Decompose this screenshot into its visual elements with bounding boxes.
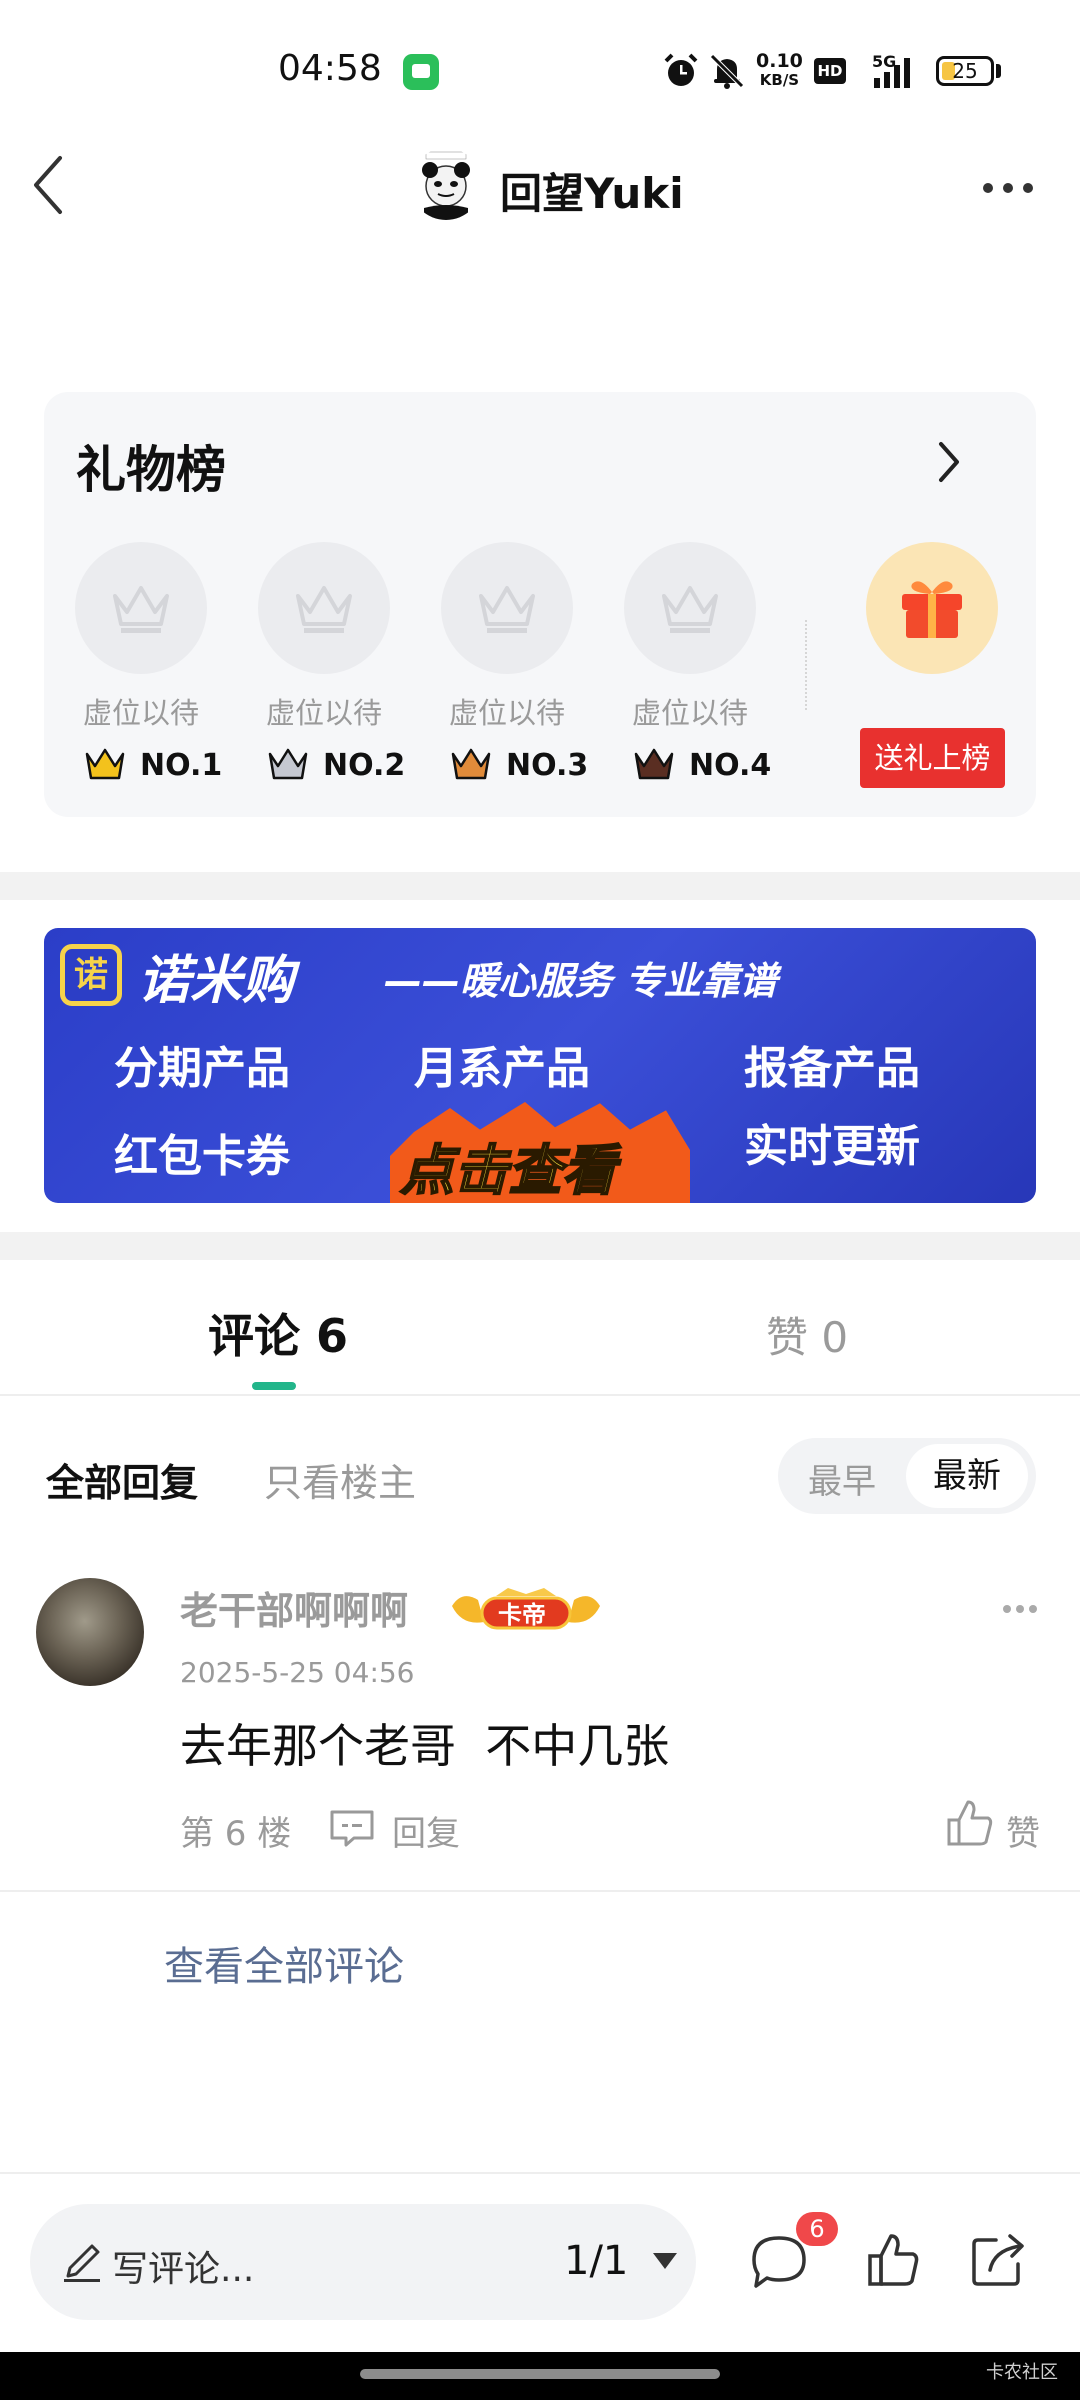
gift-slot-label: 虚位以待	[631, 696, 748, 730]
banner-item: 分期产品	[114, 1043, 290, 1094]
comment-placeholder: 写评论...	[112, 2249, 255, 2290]
banner-item: 月系产品	[414, 1043, 590, 1094]
commenter-avatar[interactable]	[36, 1578, 144, 1686]
watermark: 卡农社区	[986, 2362, 1058, 2383]
author-avatar[interactable]	[410, 148, 482, 220]
rank-crown-icon	[85, 748, 125, 780]
comment-time: 2025-5-25 04:56	[180, 1656, 415, 1689]
comment-count-badge: 6	[796, 2212, 838, 2246]
tab-active-indicator	[252, 1382, 296, 1390]
section-separator	[0, 872, 1080, 900]
crown-placeholder-icon	[113, 586, 169, 633]
thumbs-up-icon[interactable]	[866, 2232, 920, 2288]
status-time: 04:58	[278, 48, 382, 89]
sort-earliest[interactable]: 最早	[808, 1454, 876, 1503]
section-separator	[0, 1232, 1080, 1260]
crown-placeholder-icon	[479, 586, 535, 633]
rank-label: NO.4	[689, 748, 772, 783]
battery-percent: 25	[952, 59, 978, 83]
chevron-right-icon[interactable]	[936, 440, 962, 484]
message-app-icon	[403, 54, 439, 90]
gift-box-icon	[902, 581, 962, 638]
like-button[interactable]: 赞	[1006, 1806, 1040, 1855]
thumbs-up-icon[interactable]	[946, 1798, 994, 1848]
alarm-icon	[664, 53, 698, 86]
page-title: 回望Yuki	[500, 169, 684, 218]
tab-likes[interactable]: 赞 0	[766, 1304, 848, 1365]
gift-divider	[805, 620, 809, 710]
banner-logo: 诺	[60, 944, 122, 1006]
banner-item: 实时更新	[744, 1121, 920, 1172]
chevron-left-icon[interactable]	[28, 152, 68, 218]
comment-floor: 第 6 楼	[180, 1814, 292, 1854]
pencil-icon	[64, 2244, 100, 2282]
write-comment-input[interactable]: 写评论... 1/1	[30, 2204, 696, 2320]
crown-placeholder-icon	[296, 586, 352, 633]
filter-all-replies[interactable]: 全部回复	[46, 1452, 198, 1507]
comment-text: 去年那个老哥 不中几张	[180, 1719, 670, 1773]
sort-toggle: 最早 最新	[778, 1438, 1036, 1514]
level-badge-text: 卡帝	[498, 1601, 546, 1629]
gift-slot-3[interactable]	[441, 542, 573, 674]
battery-tip	[996, 64, 1001, 78]
gift-slot-1[interactable]	[75, 542, 207, 674]
home-indicator[interactable]	[360, 2369, 720, 2379]
network-speed: 0.10 KB/S	[756, 52, 803, 90]
gift-slot-2[interactable]	[258, 542, 390, 674]
commenter-name[interactable]: 老干部啊啊啊	[180, 1580, 408, 1635]
signal-icon	[874, 58, 910, 88]
banner-title: 诺米购	[138, 951, 295, 1011]
rank-label: NO.1	[140, 748, 223, 783]
send-gift-circle[interactable]	[866, 542, 998, 674]
rank-crown-icon	[634, 748, 674, 780]
banner-cta[interactable]: 点击查看	[399, 1126, 617, 1203]
net-speed-value: 0.10	[756, 50, 803, 72]
gift-board-title: 礼物榜	[76, 441, 226, 499]
banner-slogan: ——暖心服务 专业靠谱	[384, 959, 778, 1003]
panda-meme-avatar	[410, 148, 482, 220]
reply-icon[interactable]	[328, 1808, 376, 1848]
banner-item: 红包卡券	[114, 1131, 290, 1182]
bottom-bar-divider	[0, 2172, 1080, 2174]
sort-latest[interactable]: 最新	[906, 1444, 1028, 1508]
tab-comments[interactable]: 评论 6	[208, 1300, 348, 1366]
gift-slot-label: 虚位以待	[448, 696, 565, 730]
promo-banner[interactable]: 诺 诺米购 ——暖心服务 专业靠谱 分期产品 月系产品 报备产品 红包卡券 实时…	[44, 928, 1036, 1203]
comment-divider	[0, 1890, 1080, 1892]
more-horizontal-icon[interactable]	[982, 182, 1034, 194]
gift-slot-label: 虚位以待	[82, 696, 199, 730]
filter-op-only[interactable]: 只看楼主	[264, 1452, 416, 1507]
tabs-divider	[0, 1394, 1080, 1396]
more-horizontal-icon[interactable]	[1002, 1604, 1038, 1614]
rank-label: NO.3	[506, 748, 589, 783]
hd-icon: HD	[814, 58, 846, 84]
rank-crown-icon	[268, 748, 308, 780]
mute-bell-icon	[710, 54, 744, 89]
reply-button[interactable]: 回复	[392, 1806, 460, 1855]
caret-down-icon[interactable]	[652, 2252, 678, 2270]
crown-placeholder-icon	[662, 586, 718, 633]
net-speed-unit: KB/S	[759, 71, 800, 89]
gift-slot-4[interactable]	[624, 542, 756, 674]
view-all-comments-link[interactable]: 查看全部评论	[164, 1934, 404, 1992]
share-icon[interactable]	[970, 2232, 1026, 2288]
gift-slot-label: 虚位以待	[265, 696, 382, 730]
rank-crown-icon	[451, 748, 491, 780]
rank-label: NO.2	[323, 748, 406, 783]
battery-icon: 25	[936, 56, 994, 86]
send-gift-button[interactable]: 送礼上榜	[860, 728, 1005, 788]
page-indicator[interactable]: 1/1	[564, 2238, 628, 2284]
banner-item: 报备产品	[744, 1043, 920, 1094]
